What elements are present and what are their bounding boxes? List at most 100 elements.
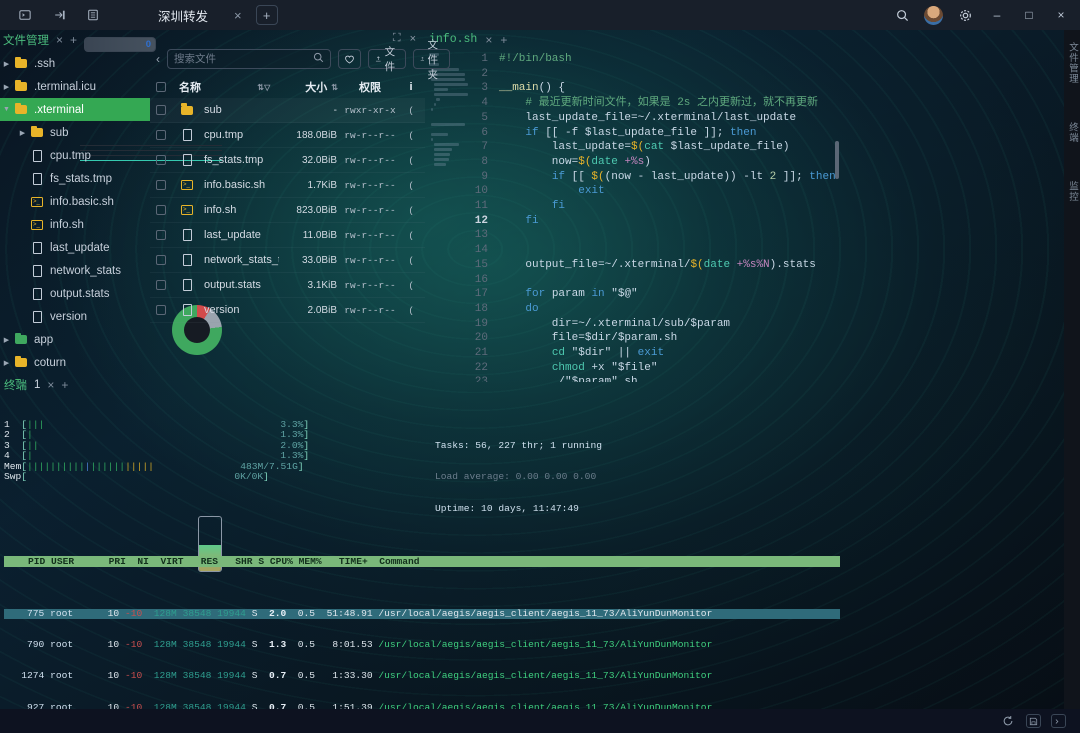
table-row[interactable]: sub - rwxr-xr-x ( [150, 98, 425, 123]
close-button[interactable]: × [1046, 2, 1076, 28]
tree-node-network_stats[interactable]: network_stats [0, 259, 150, 282]
select-all-checkbox[interactable] [156, 82, 166, 92]
editor-code[interactable]: #!/bin/bash __main() { # 最近更新时间文件，如果是 2s… [493, 49, 840, 382]
chevron-icon[interactable]: ▶ [0, 60, 13, 68]
tree-node-version[interactable]: version [0, 305, 150, 328]
htop-process-row[interactable]: 1274 root 10 -10 128M 38548 19944 S 0.7 … [4, 671, 840, 681]
file-owner: ( [409, 254, 413, 266]
table-row[interactable]: network_stats_total 33.0BiB rw-r--r-- ( [150, 248, 425, 273]
split-icon[interactable] [46, 4, 72, 26]
gear-icon[interactable] [950, 2, 980, 28]
save-icon[interactable] [1026, 714, 1041, 728]
new-tab-button[interactable]: + [255, 5, 278, 25]
table-row[interactable]: >_ info.basic.sh 1.7KiB rw-r--r-- ( [150, 173, 425, 198]
tree-node-output.stats[interactable]: output.stats [0, 282, 150, 305]
tree-node-cpu.tmp[interactable]: cpu.tmp [0, 144, 150, 167]
close-icon[interactable]: × [47, 378, 54, 392]
chevron-icon[interactable]: ▶ [0, 359, 13, 367]
column-name[interactable]: 名称 [170, 79, 253, 95]
code-line: file=$dir/$param.sh [499, 332, 678, 345]
search-box[interactable] [167, 49, 331, 69]
close-icon[interactable]: × [56, 33, 63, 47]
add-tab-button[interactable]: + [500, 33, 507, 47]
htop-output[interactable]: 1 [||| 3.3%]2 [| 1.3%]3 [|| 2.0%]4 [| [0, 395, 840, 713]
search-icon[interactable] [887, 2, 917, 28]
tree-node-.xterminal[interactable]: ▼ .xterminal [0, 98, 150, 121]
table-row[interactable]: output.stats 3.1KiB rw-r--r-- ( [150, 273, 425, 298]
table-row[interactable]: version 2.0BiB rw-r--r-- ( [150, 298, 425, 323]
htop-process-row[interactable]: 775 root 10 -10 128M 38548 19944 S 2.0 0… [4, 608, 840, 620]
back-icon[interactable]: ‹ [156, 52, 160, 66]
editor-code-area[interactable]: 1234567891011121314151617181920212223 #!… [467, 49, 840, 382]
tree-node-info.sh[interactable]: >_ info.sh [0, 213, 150, 236]
tab-shenzhen-forward[interactable]: 深圳转发 × [148, 0, 248, 30]
code-line: do [525, 302, 539, 315]
favorite-button[interactable] [338, 49, 361, 69]
table-row[interactable]: last_update 11.0BiB rw-r--r-- ( [150, 223, 425, 248]
tree-node-app[interactable]: ▶ app [0, 328, 150, 351]
row-checkbox[interactable] [156, 180, 166, 190]
row-checkbox[interactable] [156, 230, 166, 240]
minimap-line [433, 153, 450, 156]
tree-node-fs_stats.tmp[interactable]: fs_stats.tmp [0, 167, 150, 190]
sort-size-icon[interactable]: ⇅ [331, 83, 338, 92]
close-icon[interactable]: × [410, 33, 416, 45]
code-line: fi [551, 200, 566, 213]
tree-node-last_update[interactable]: last_update [0, 236, 150, 259]
file-name: last_update [204, 229, 261, 241]
minimize-button[interactable]: – [982, 2, 1012, 28]
tree-node-info.basic.sh[interactable]: >_ info.basic.sh [0, 190, 150, 213]
add-tab-button[interactable]: + [70, 33, 77, 47]
line-number: 1 [481, 53, 488, 65]
rail-item-监控[interactable]: 监控 [1065, 181, 1079, 202]
close-icon[interactable]: × [485, 33, 492, 47]
row-checkbox[interactable] [156, 130, 166, 140]
editor-line-numbers: 1234567891011121314151617181920212223 [467, 49, 493, 382]
search-input[interactable] [174, 53, 309, 65]
search-icon[interactable] [313, 52, 324, 66]
line-number: 3 [481, 82, 488, 95]
upload-folder-button[interactable]: 文件夹 [412, 39, 450, 81]
chevron-icon[interactable]: ▶ [0, 83, 13, 91]
tree-node-.ssh[interactable]: ▶ .ssh [0, 52, 150, 75]
terminal-icon[interactable] [1051, 714, 1066, 728]
column-size[interactable]: 大小 [273, 79, 327, 95]
maximize-button[interactable]: □ [1014, 2, 1044, 28]
avatar[interactable] [924, 5, 943, 25]
refresh-icon[interactable] [1000, 713, 1016, 729]
editor-scrollbar[interactable] [835, 141, 839, 179]
row-checkbox[interactable] [156, 205, 166, 215]
close-icon[interactable]: × [234, 8, 242, 23]
row-checkbox[interactable] [156, 155, 166, 165]
column-owner[interactable]: i [403, 81, 419, 93]
tree-node-.terminal.icu[interactable]: ▶ .terminal.icu [0, 75, 150, 98]
tree-node-coturn[interactable]: ▶ coturn [0, 351, 150, 374]
row-checkbox[interactable] [156, 255, 166, 265]
column-permission[interactable]: 权限 [341, 79, 399, 95]
rail-item-终端[interactable]: 终端 [1065, 122, 1079, 143]
file-tree[interactable]: ▶ .ssh ▶ .terminal.icu ▼ .xterminal ▶ su… [0, 50, 150, 380]
list-icon[interactable] [80, 4, 106, 26]
editor-minimap[interactable] [425, 49, 468, 382]
terminal-icon[interactable] [12, 4, 38, 26]
table-row[interactable]: >_ info.sh 823.0BiB rw-r--r-- ( [150, 198, 425, 223]
htop-process-row[interactable]: 790 root 10 -10 128M 38548 19944 S 1.3 0… [4, 639, 840, 650]
file-list-body[interactable]: sub - rwxr-xr-x ( cpu.tmp 188.0BiB rw-r-… [150, 98, 425, 323]
table-row[interactable]: fs_stats.tmp 32.0BiB rw-r--r-- ( [150, 148, 425, 173]
terminal-tab-label[interactable]: 终端 [4, 377, 27, 393]
line-number: 17 [474, 288, 488, 301]
table-row[interactable]: cpu.tmp 188.0BiB rw-r--r-- ( [150, 123, 425, 148]
add-tab-button[interactable]: + [61, 378, 68, 392]
sort-icon[interactable]: ⇅ ▽ [257, 83, 270, 92]
rail-item-文件管理[interactable]: 文件管理 [1065, 42, 1079, 84]
chevron-icon[interactable]: ▶ [16, 129, 29, 137]
chevron-icon[interactable]: ▼ [0, 106, 13, 113]
row-checkbox[interactable] [156, 280, 166, 290]
tree-node-sub[interactable]: ▶ sub [0, 121, 150, 144]
row-checkbox[interactable] [156, 105, 166, 115]
upload-file-button[interactable]: 文件 [368, 46, 406, 73]
file-permission: rw-r--r-- [344, 229, 396, 241]
chevron-icon[interactable]: ▶ [0, 336, 13, 344]
file-manager-tab-label[interactable]: 文件管理 [3, 32, 49, 48]
row-checkbox[interactable] [156, 305, 166, 315]
